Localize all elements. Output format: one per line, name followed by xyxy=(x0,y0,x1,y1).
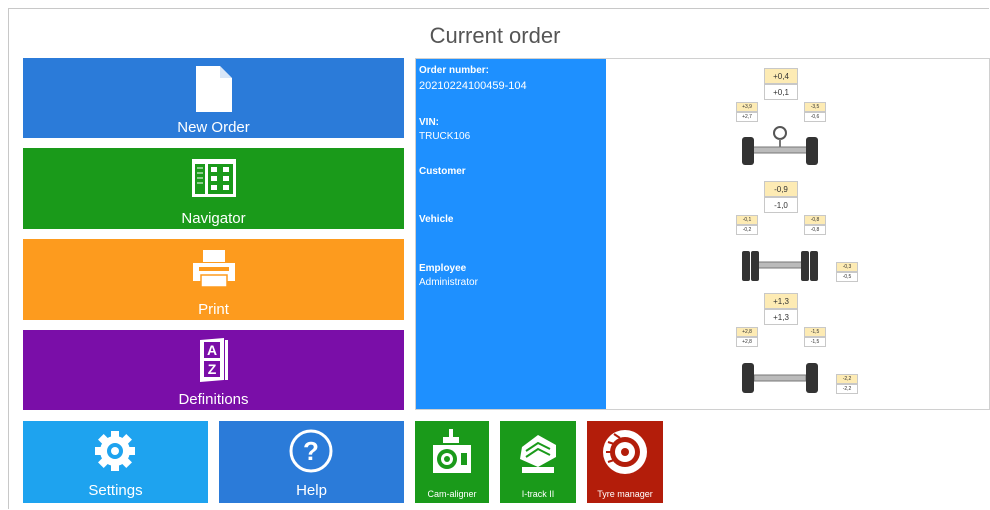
axle2-left-top: -0,1 xyxy=(736,215,758,225)
axle1-total-bottom: +0,1 xyxy=(764,84,798,100)
az-book-icon: A Z xyxy=(200,338,228,382)
current-order-panel: Order number: 20210224100459-104 VIN: TR… xyxy=(415,58,990,410)
axle2-total-top: -0,9 xyxy=(764,181,798,197)
tyre-manager-tile[interactable]: Tyre manager xyxy=(587,421,663,503)
axle3-right-bottom: -1,5 xyxy=(804,337,826,347)
axle2-side-bottom: -0,5 xyxy=(836,272,858,282)
vin-value: TRUCK106 xyxy=(419,131,471,142)
axle3-side-bottom: -2,2 xyxy=(836,384,858,394)
axle3-left-bottom: +2,8 xyxy=(736,337,758,347)
axle1-total-top: +0,4 xyxy=(764,68,798,84)
print-label: Print xyxy=(198,301,229,318)
axle3-side-top: -2,2 xyxy=(836,374,858,384)
axle2-left-bottom: -0,2 xyxy=(736,225,758,235)
axle1-right-bottom: -0,6 xyxy=(804,112,826,122)
settings-label: Settings xyxy=(88,482,143,499)
employee-label: Employee xyxy=(419,263,467,274)
tyre-icon xyxy=(603,430,647,474)
navigator-label: Navigator xyxy=(181,210,246,227)
order-number-label: Order number: xyxy=(419,65,490,76)
help-tile[interactable]: ? Help xyxy=(219,421,404,503)
itrack-tile[interactable]: I-track II xyxy=(500,421,576,503)
steering-axle-icon xyxy=(742,126,818,165)
cam-aligner-tile[interactable]: Cam-aligner xyxy=(415,421,489,503)
navigator-tile[interactable]: Navigator xyxy=(23,148,404,229)
print-tile[interactable]: Print xyxy=(23,239,404,320)
new-order-label: New Order xyxy=(177,119,250,136)
axle1-left-bottom: +2,7 xyxy=(736,112,758,122)
printer-icon xyxy=(193,250,235,288)
vin-label: VIN: xyxy=(419,117,439,128)
svg-text:Z: Z xyxy=(208,361,217,377)
rear-axle-icon xyxy=(742,363,818,393)
question-icon: ? xyxy=(289,429,333,473)
definitions-tile[interactable]: A Z Definitions xyxy=(23,330,404,410)
page-title: Current order xyxy=(429,23,561,48)
help-label: Help xyxy=(296,482,327,499)
drive-axle-icon xyxy=(742,251,818,281)
gear-icon xyxy=(95,431,135,471)
customer-label: Customer xyxy=(419,166,466,177)
vehicle-label: Vehicle xyxy=(419,214,454,225)
itrack-device-icon xyxy=(520,435,556,473)
navigator-icon xyxy=(192,159,236,197)
axle3-left-top: +2,8 xyxy=(736,327,758,337)
axle3-total-bottom: +1,3 xyxy=(764,309,798,325)
settings-tile[interactable]: Settings xyxy=(23,421,208,503)
axle3-total-top: +1,3 xyxy=(764,293,798,309)
axle2-right-bottom: -0,8 xyxy=(804,225,826,235)
svg-text:A: A xyxy=(207,342,217,358)
cam-aligner-label: Cam-aligner xyxy=(427,489,477,499)
tyre-manager-label: Tyre manager xyxy=(597,489,653,499)
axle3-right-top: -1,5 xyxy=(804,327,826,337)
axle2-total-bottom: -1,0 xyxy=(764,197,798,213)
employee-value: Administrator xyxy=(419,277,478,288)
axle1-left-top: +3,9 xyxy=(736,102,758,112)
axle1-right-top: -3,5 xyxy=(804,102,826,112)
document-icon xyxy=(196,66,232,112)
itrack-label: I-track II xyxy=(521,489,555,499)
axle2-right-top: -0,8 xyxy=(804,215,826,225)
axle2-side-top: -0,3 xyxy=(836,262,858,272)
definitions-label: Definitions xyxy=(178,391,249,408)
order-number-value: 20210224100459-104 xyxy=(419,80,527,92)
svg-text:?: ? xyxy=(303,436,319,466)
new-order-tile[interactable]: New Order xyxy=(23,58,404,138)
order-info-panel: Order number: 20210224100459-104 VIN: TR… xyxy=(416,59,606,409)
camera-aligner-icon xyxy=(433,429,471,473)
